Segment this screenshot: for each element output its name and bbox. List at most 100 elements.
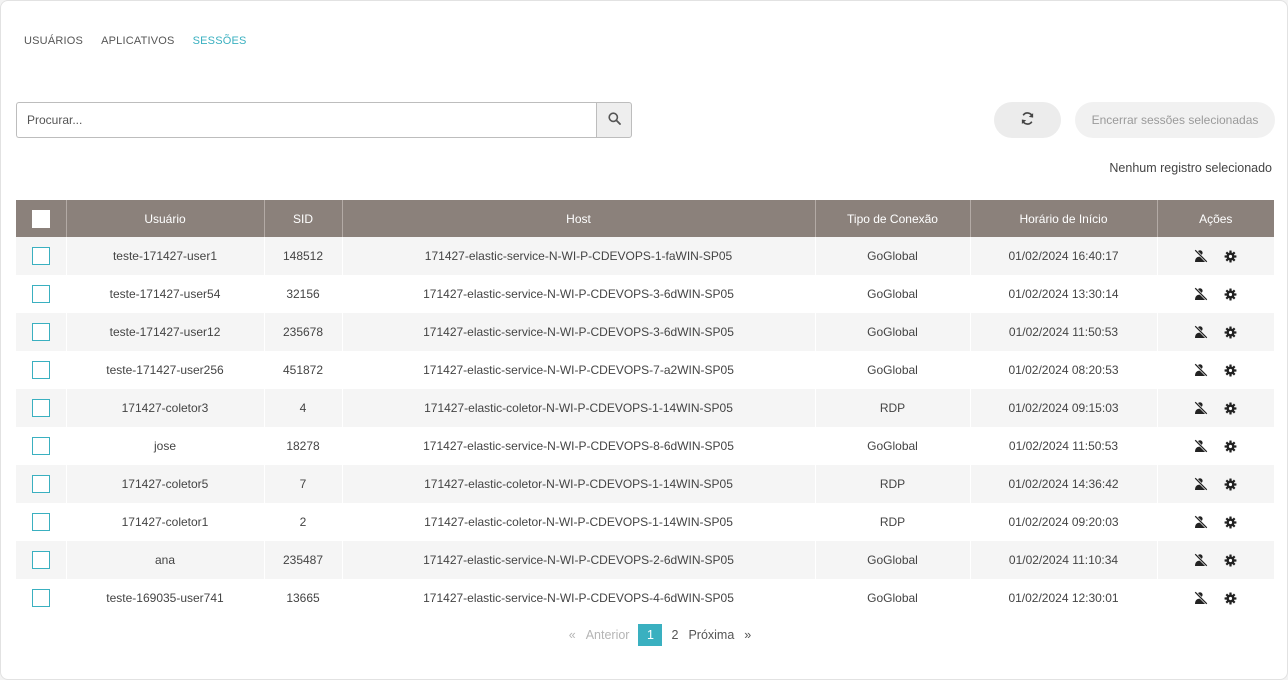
- cell-actions: [1157, 351, 1274, 389]
- row-checkbox[interactable]: [31, 399, 50, 417]
- table-row[interactable]: 171427-coletor3 4 171427-elastic-coletor-N…: [16, 389, 1274, 427]
- table-row[interactable]: 171427-coletor1 2 171427-elastic-coletor-N…: [16, 503, 1274, 541]
- row-actions: [1158, 362, 1275, 378]
- user-disconnect-icon[interactable]: [1193, 286, 1209, 302]
- row-checkbox[interactable]: [31, 475, 50, 493]
- sessions-panel: USUÁRIOS APLICATIVOS SESSÕES Encerrar se…: [0, 0, 1288, 680]
- pagination-page-2[interactable]: 2: [666, 628, 683, 642]
- row-select-cell: [16, 351, 67, 389]
- select-all-cell: [16, 200, 67, 237]
- gear-icon[interactable]: [1223, 324, 1239, 340]
- cell-user: jose: [66, 427, 265, 465]
- search-input[interactable]: [16, 102, 596, 138]
- cell-user: 171427-coletor5: [66, 465, 265, 503]
- cell-start-time: 01/02/2024 16:40:17: [970, 237, 1158, 275]
- tab-usuarios[interactable]: USUÁRIOS: [24, 35, 83, 47]
- cell-actions: [1157, 503, 1274, 541]
- cell-start-time: 01/02/2024 09:15:03: [970, 389, 1158, 427]
- cell-connection-type: RDP: [815, 389, 971, 427]
- row-checkbox[interactable]: [31, 285, 50, 303]
- user-disconnect-icon[interactable]: [1193, 552, 1209, 568]
- cell-sid: 4: [264, 389, 343, 427]
- user-disconnect-icon[interactable]: [1193, 590, 1209, 606]
- column-header-host[interactable]: Host: [342, 200, 816, 237]
- row-checkbox[interactable]: [31, 361, 50, 379]
- tab-sessoes[interactable]: SESSÕES: [193, 35, 247, 47]
- table-header-row: Usuário SID Host Tipo de Conexão Horário…: [16, 200, 1274, 237]
- user-disconnect-icon[interactable]: [1193, 476, 1209, 492]
- row-actions: [1158, 248, 1275, 264]
- pagination: « Anterior 1 2 Próxima »: [1, 624, 1288, 646]
- cell-host: 171427-elastic-service-N-WI-P-CDEVOPS-2-…: [342, 541, 816, 579]
- table-row[interactable]: ana 235487 171427-elastic-service-N-WI-P-C…: [16, 541, 1274, 579]
- row-actions: [1158, 400, 1275, 416]
- table-row[interactable]: 171427-coletor5 7 171427-elastic-coletor-N…: [16, 465, 1274, 503]
- table-row[interactable]: teste-171427-user256 451872 171427-elastic…: [16, 351, 1274, 389]
- select-all-checkbox[interactable]: [31, 209, 50, 228]
- search-button[interactable]: [596, 102, 632, 138]
- user-disconnect-icon[interactable]: [1193, 400, 1209, 416]
- column-header-start-time[interactable]: Horário de Início: [970, 200, 1158, 237]
- table-row[interactable]: teste-171427-user12 235678 171427-elastic-…: [16, 313, 1274, 351]
- refresh-button[interactable]: [994, 102, 1061, 138]
- table-row[interactable]: teste-171427-user54 32156 171427-elastic-s…: [16, 275, 1274, 313]
- row-actions: [1158, 552, 1275, 568]
- cell-start-time: 01/02/2024 09:20:03: [970, 503, 1158, 541]
- pagination-page-1[interactable]: 1: [638, 624, 663, 646]
- end-selected-sessions-button[interactable]: Encerrar sessões selecionadas: [1075, 102, 1275, 138]
- pagination-next-button[interactable]: Próxima: [683, 628, 739, 642]
- cell-host: 171427-elastic-service-N-WI-P-CDEVOPS-3-…: [342, 275, 816, 313]
- gear-icon[interactable]: [1223, 286, 1239, 302]
- column-header-user[interactable]: Usuário: [66, 200, 265, 237]
- cell-user: ana: [66, 541, 265, 579]
- refresh-icon: [1020, 111, 1035, 129]
- column-header-sid[interactable]: SID: [264, 200, 343, 237]
- gear-icon[interactable]: [1223, 552, 1239, 568]
- cell-sid: 32156: [264, 275, 343, 313]
- table-row[interactable]: jose 18278 171427-elastic-service-N-WI-P-C…: [16, 427, 1274, 465]
- row-select-cell: [16, 275, 67, 313]
- cell-start-time: 01/02/2024 14:36:42: [970, 465, 1158, 503]
- column-header-connection-type[interactable]: Tipo de Conexão: [815, 200, 971, 237]
- cell-connection-type: GoGlobal: [815, 237, 971, 275]
- row-checkbox[interactable]: [31, 513, 50, 531]
- user-disconnect-icon[interactable]: [1193, 438, 1209, 454]
- row-actions: [1158, 514, 1275, 530]
- cell-sid: 7: [264, 465, 343, 503]
- cell-user: teste-171427-user54: [66, 275, 265, 313]
- user-disconnect-icon[interactable]: [1193, 362, 1209, 378]
- row-checkbox[interactable]: [31, 551, 50, 569]
- row-actions: [1158, 438, 1275, 454]
- row-checkbox[interactable]: [31, 437, 50, 455]
- gear-icon[interactable]: [1223, 514, 1239, 530]
- user-disconnect-icon[interactable]: [1193, 324, 1209, 340]
- user-disconnect-icon[interactable]: [1193, 248, 1209, 264]
- cell-sid: 13665: [264, 579, 343, 617]
- gear-icon[interactable]: [1223, 248, 1239, 264]
- pagination-prev-symbol: «: [568, 628, 576, 642]
- cell-start-time: 01/02/2024 11:50:53: [970, 427, 1158, 465]
- cell-host: 171427-elastic-coletor-N-WI-P-CDEVOPS-1-…: [342, 465, 816, 503]
- tab-aplicativos[interactable]: APLICATIVOS: [101, 35, 175, 47]
- user-disconnect-icon[interactable]: [1193, 514, 1209, 530]
- cell-user: teste-171427-user256: [66, 351, 265, 389]
- cell-connection-type: GoGlobal: [815, 541, 971, 579]
- cell-start-time: 01/02/2024 11:50:53: [970, 313, 1158, 351]
- cell-actions: [1157, 275, 1274, 313]
- gear-icon[interactable]: [1223, 476, 1239, 492]
- gear-icon[interactable]: [1223, 362, 1239, 378]
- table-row[interactable]: teste-171427-user1 148512 171427-elastic-s…: [16, 237, 1274, 275]
- gear-icon[interactable]: [1223, 400, 1239, 416]
- gear-icon[interactable]: [1223, 590, 1239, 606]
- gear-icon[interactable]: [1223, 438, 1239, 454]
- cell-actions: [1157, 427, 1274, 465]
- cell-host: 171427-elastic-service-N-WI-P-CDEVOPS-4-…: [342, 579, 816, 617]
- row-checkbox[interactable]: [31, 323, 50, 341]
- cell-connection-type: GoGlobal: [815, 351, 971, 389]
- pagination-next-symbol[interactable]: »: [739, 628, 756, 642]
- pagination-prev-button[interactable]: Anterior: [581, 628, 635, 642]
- table-row[interactable]: teste-169035-user741 13665 171427-elastic-…: [16, 579, 1274, 617]
- row-checkbox[interactable]: [31, 247, 50, 265]
- row-actions: [1158, 324, 1275, 340]
- row-checkbox[interactable]: [31, 589, 50, 607]
